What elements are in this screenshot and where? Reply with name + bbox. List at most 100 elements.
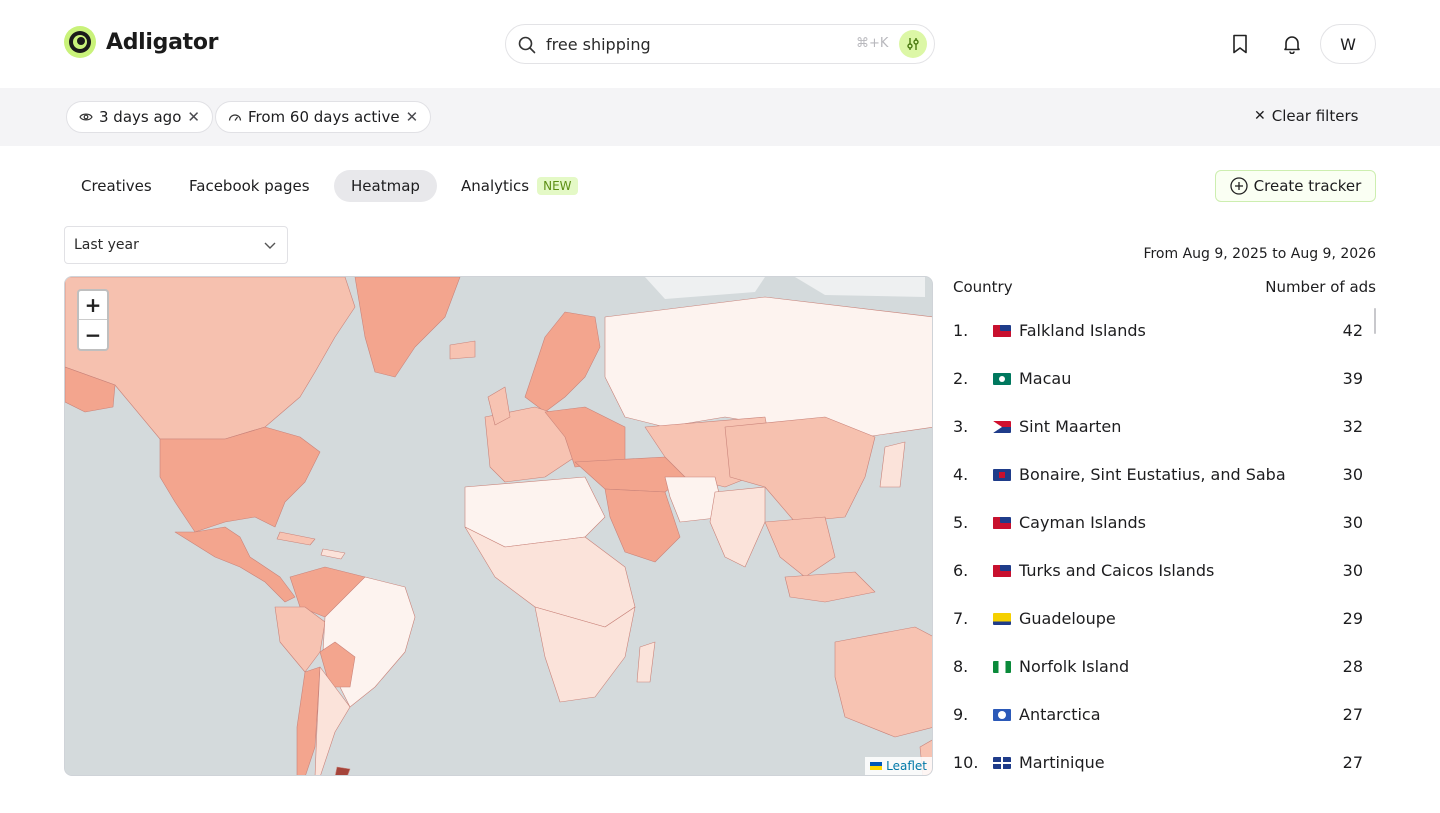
flag-icon (993, 469, 1011, 481)
clear-filters-button[interactable]: ✕ Clear filters (1254, 107, 1358, 125)
app-logo[interactable]: Adligator (64, 26, 219, 58)
user-avatar[interactable]: W (1320, 24, 1376, 64)
flag-icon (993, 757, 1011, 769)
flag-icon (993, 709, 1011, 721)
row-count: 30 (1342, 561, 1363, 580)
remove-filter-icon[interactable]: ✕ (406, 108, 419, 126)
column-header-country: Country (953, 278, 1013, 296)
search-shortcut-hint: ⌘+K (856, 36, 889, 51)
row-country: Sint Maarten (1019, 417, 1122, 436)
bookmark-icon[interactable] (1228, 32, 1252, 56)
row-count: 30 (1342, 513, 1363, 532)
plus-circle-icon (1230, 177, 1248, 195)
active-filters-bar: 3 days ago ✕ From 60 days active ✕ ✕ Cle… (0, 88, 1440, 146)
tab-facebook-pages[interactable]: Facebook pages (172, 170, 327, 202)
chevron-down-icon (263, 239, 277, 255)
flag-icon (993, 613, 1011, 625)
eye-icon (79, 113, 93, 121)
row-country: Falkland Islands (1019, 321, 1146, 340)
tab-label: Heatmap (351, 177, 420, 195)
row-country: Norfolk Island (1019, 657, 1130, 676)
country-table-header: Country Number of ads (953, 278, 1376, 298)
table-row[interactable]: 7. Guadeloupe 29 (953, 607, 1363, 631)
period-selected-value: Last year (74, 237, 139, 253)
table-row[interactable]: 8. Norfolk Island 28 (953, 655, 1363, 679)
row-rank: 7. (953, 609, 969, 628)
tab-heatmap[interactable]: Heatmap (334, 170, 437, 202)
table-row[interactable]: 6. Turks and Caicos Islands 30 (953, 559, 1363, 583)
table-row[interactable]: 3. Sint Maarten 32 (953, 415, 1363, 439)
table-row[interactable]: 4. Bonaire, Sint Eustatius, and Saba 30 (953, 463, 1363, 487)
row-country: Martinique (1019, 753, 1105, 772)
clear-filters-label: Clear filters (1271, 107, 1359, 125)
table-row[interactable]: 2. Macau 39 (953, 367, 1363, 391)
row-count: 30 (1342, 465, 1363, 484)
filter-chip-seen[interactable]: 3 days ago ✕ (66, 101, 213, 133)
row-rank: 10. (953, 753, 979, 772)
create-tracker-label: Create tracker (1253, 177, 1362, 195)
row-count: 29 (1342, 609, 1363, 628)
world-map (65, 277, 932, 775)
table-row[interactable]: 10. Martinique 27 (953, 751, 1363, 775)
tab-label: Analytics (461, 177, 530, 195)
flag-icon (993, 421, 1011, 433)
row-country: Antarctica (1019, 705, 1101, 724)
search-settings-button[interactable] (899, 30, 927, 58)
row-country: Turks and Caicos Islands (1019, 561, 1215, 580)
row-rank: 9. (953, 705, 969, 724)
row-country: Bonaire, Sint Eustatius, and Saba (1019, 465, 1286, 484)
close-icon: ✕ (1254, 108, 1266, 124)
row-count: 27 (1342, 705, 1363, 724)
remove-filter-icon[interactable]: ✕ (187, 108, 200, 126)
table-row[interactable]: 1. Falkland Islands 42 (953, 319, 1363, 343)
heatmap-map[interactable]: + − Leaflet (64, 276, 933, 776)
map-attribution[interactable]: Leaflet (865, 757, 932, 775)
row-country: Cayman Islands (1019, 513, 1146, 532)
row-rank: 3. (953, 417, 969, 436)
row-count: 39 (1342, 369, 1363, 388)
row-rank: 1. (953, 321, 969, 340)
flag-icon (993, 373, 1011, 385)
bell-icon[interactable] (1280, 32, 1304, 56)
create-tracker-button[interactable]: Create tracker (1215, 170, 1376, 202)
table-row[interactable]: 9. Antarctica 27 (953, 703, 1363, 727)
tab-creatives[interactable]: Creatives (64, 170, 169, 202)
search-input[interactable] (546, 33, 846, 55)
zoom-controls: + − (77, 289, 109, 351)
zoom-in-button[interactable]: + (79, 291, 107, 320)
row-rank: 2. (953, 369, 969, 388)
filter-chip-active-days[interactable]: From 60 days active ✕ (215, 101, 432, 133)
search-icon (518, 36, 536, 54)
flag-icon (993, 517, 1011, 529)
flag-icon (993, 325, 1011, 337)
row-rank: 8. (953, 657, 969, 676)
row-country: Guadeloupe (1019, 609, 1116, 628)
table-scrollbar[interactable] (1374, 308, 1376, 334)
date-range-label: From Aug 9, 2025 to Aug 9, 2026 (1143, 246, 1376, 262)
search-bar[interactable]: ⌘+K (505, 24, 935, 64)
filter-chip-label: From 60 days active (248, 108, 400, 126)
attribution-link[interactable]: Leaflet (886, 759, 927, 773)
row-rank: 6. (953, 561, 969, 580)
flag-icon (993, 565, 1011, 577)
tab-analytics[interactable]: Analytics NEW (444, 170, 595, 202)
row-count: 28 (1342, 657, 1363, 676)
row-rank: 4. (953, 465, 969, 484)
tab-label: Creatives (81, 177, 152, 195)
top-header: Adligator ⌘+K W (0, 0, 1440, 88)
logo-eye-icon (64, 26, 96, 58)
zoom-out-button[interactable]: − (79, 320, 107, 349)
period-select[interactable]: Last year (64, 226, 288, 264)
row-count: 32 (1342, 417, 1363, 436)
ukraine-flag-icon (870, 762, 883, 770)
tab-label: Facebook pages (189, 177, 310, 195)
table-row[interactable]: 5. Cayman Islands 30 (953, 511, 1363, 535)
row-rank: 5. (953, 513, 969, 532)
sliders-icon (907, 38, 919, 50)
flag-icon (993, 661, 1011, 673)
row-count: 42 (1342, 321, 1363, 340)
new-badge: NEW (537, 177, 578, 195)
row-country: Macau (1019, 369, 1072, 388)
app-name: Adligator (106, 29, 219, 55)
row-count: 27 (1342, 753, 1363, 772)
